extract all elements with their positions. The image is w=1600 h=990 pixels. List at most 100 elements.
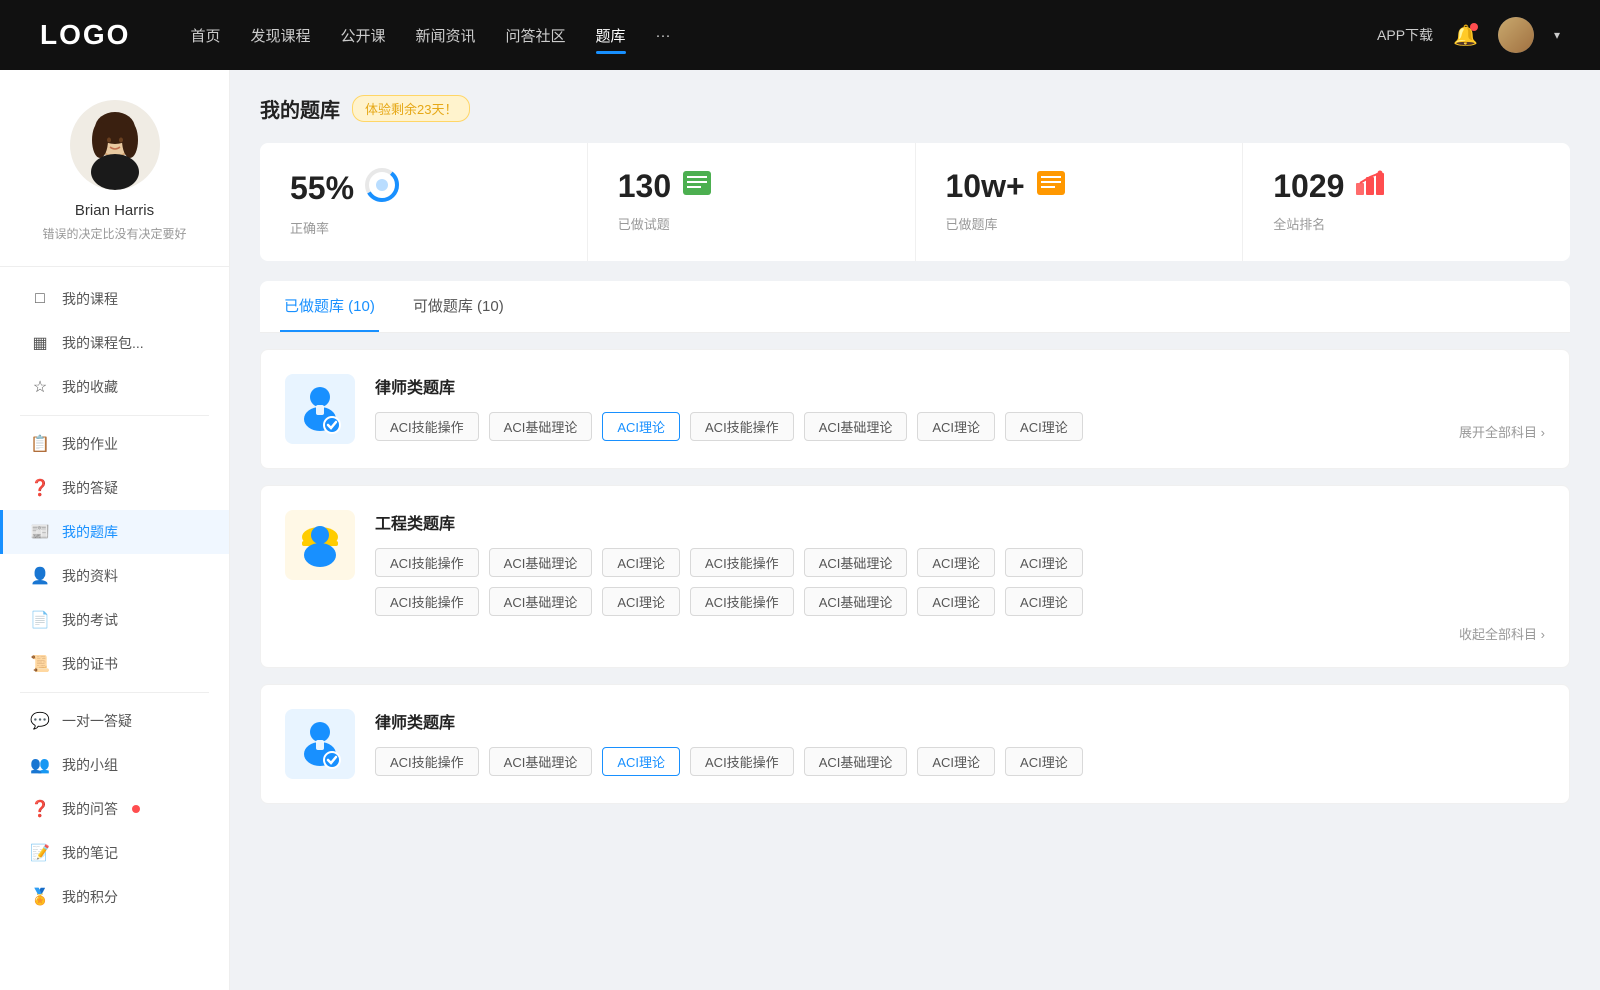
tag-item-active[interactable]: ACI理论	[602, 747, 680, 776]
sidebar-item-question-bank[interactable]: 📰 我的题库	[0, 510, 229, 554]
sidebar-item-label: 我的收藏	[62, 377, 118, 397]
tag-item[interactable]: ACI理论	[602, 587, 680, 616]
sidebar-item-label: 我的积分	[62, 887, 118, 907]
qbank-card-inner: 工程类题库 ACI技能操作 ACI基础理论 ACI理论 ACI技能操作 ACI基…	[285, 510, 1545, 643]
nav-discover[interactable]: 发现课程	[250, 21, 310, 50]
tag-item[interactable]: ACI基础理论	[489, 548, 593, 577]
trial-badge: 体验剩余23天！	[352, 95, 470, 122]
tag-item[interactable]: ACI基础理论	[489, 747, 593, 776]
notification-bell[interactable]: 🔔	[1453, 23, 1478, 48]
avatar[interactable]	[1498, 17, 1534, 53]
stat-ranking-label: 全站排名	[1273, 214, 1540, 233]
sidebar-item-label: 我的课程包...	[62, 333, 144, 353]
stat-ranking-icon	[1354, 167, 1386, 206]
sidebar: Brian Harris 错误的决定比没有决定要好 □ 我的课程 ▦ 我的课程包…	[0, 70, 230, 990]
sidebar-item-label: 我的考试	[62, 610, 118, 630]
sidebar-item-points[interactable]: 🏅 我的积分	[0, 875, 229, 919]
stat-accuracy-label: 正确率	[290, 218, 557, 237]
sidebar-item-label: 我的证书	[62, 654, 118, 674]
sidebar-item-my-course[interactable]: □ 我的课程	[0, 277, 229, 321]
tag-item[interactable]: ACI理论	[1005, 548, 1083, 577]
lawyer2-icon-wrap	[285, 709, 355, 779]
header: LOGO 首页 发现课程 公开课 新闻资讯 问答社区 题库 ··· APP下载 …	[0, 0, 1600, 70]
user-menu-chevron[interactable]: ▾	[1554, 28, 1560, 42]
stats-row: 55% 正确率 130	[260, 143, 1570, 261]
tag-item[interactable]: ACI理论	[917, 587, 995, 616]
cert-icon: 📜	[30, 654, 50, 674]
tag-item[interactable]: ACI基础理论	[804, 747, 908, 776]
tag-item[interactable]: ACI技能操作	[690, 412, 794, 441]
sidebar-item-profile[interactable]: 👤 我的资料	[0, 554, 229, 598]
exam-icon: 📄	[30, 610, 50, 630]
stat-accuracy: 55% 正确率	[260, 143, 588, 261]
tag-item[interactable]: ACI理论	[602, 548, 680, 577]
layout: Brian Harris 错误的决定比没有决定要好 □ 我的课程 ▦ 我的课程包…	[0, 70, 1600, 990]
nav-opencourse[interactable]: 公开课	[340, 21, 385, 50]
lawyer-icon-wrap	[285, 374, 355, 444]
nav-questionbank[interactable]: 题库	[596, 21, 626, 50]
tag-item[interactable]: ACI技能操作	[375, 548, 479, 577]
qbank-icon: 📰	[30, 522, 50, 542]
nav-qa[interactable]: 问答社区	[506, 21, 566, 50]
tag-item[interactable]: ACI基础理论	[489, 412, 593, 441]
avatar-image	[1498, 17, 1534, 53]
sidebar-item-label: 我的小组	[62, 755, 118, 775]
tag-item[interactable]: ACI技能操作	[375, 747, 479, 776]
tag-item[interactable]: ACI理论	[917, 412, 995, 441]
sidebar-item-exam[interactable]: 📄 我的考试	[0, 598, 229, 642]
tag-item[interactable]: ACI基础理论	[489, 587, 593, 616]
app-download-button[interactable]: APP下载	[1377, 25, 1433, 45]
tag-item[interactable]: ACI技能操作	[690, 747, 794, 776]
stat-value-row: 55%	[290, 167, 557, 210]
tag-item[interactable]: ACI基础理论	[804, 587, 908, 616]
qbank-content: 律师类题库 ACI技能操作 ACI基础理论 ACI理论 ACI技能操作 ACI基…	[375, 374, 1545, 441]
chat-icon: 💬	[30, 711, 50, 731]
qbank-tags-lawyer2: ACI技能操作 ACI基础理论 ACI理论 ACI技能操作 ACI基础理论 AC…	[375, 747, 1545, 776]
tab-done-banks[interactable]: 已做题库 (10)	[280, 281, 379, 332]
qbank-title-lawyer1: 律师类题库	[375, 374, 1545, 398]
sidebar-item-label: 我的笔记	[62, 843, 118, 863]
star-icon: ☆	[30, 377, 50, 397]
sidebar-item-homework[interactable]: 📋 我的作业	[0, 422, 229, 466]
sidebar-item-course-package[interactable]: ▦ 我的课程包...	[0, 321, 229, 365]
header-right: APP下载 🔔 ▾	[1377, 17, 1560, 53]
tag-item[interactable]: ACI理论	[917, 747, 995, 776]
group-icon: 👥	[30, 755, 50, 775]
tag-item[interactable]: ACI技能操作	[375, 412, 479, 441]
tag-item[interactable]: ACI技能操作	[690, 548, 794, 577]
sidebar-item-label: 我的资料	[62, 566, 118, 586]
tag-item[interactable]: ACI基础理论	[804, 412, 908, 441]
lawyer2-icon	[294, 718, 346, 770]
notification-dot	[1470, 23, 1478, 31]
stat-value-row: 10w+	[946, 167, 1213, 206]
sidebar-item-my-qa[interactable]: ❓ 我的问答	[0, 787, 229, 831]
tag-item[interactable]: ACI基础理论	[804, 548, 908, 577]
package-icon: ▦	[30, 333, 50, 353]
collapse-engineer[interactable]: 收起全部科目 ›	[375, 624, 1545, 643]
engineer-icon	[294, 519, 346, 571]
sidebar-item-favorites[interactable]: ☆ 我的收藏	[0, 365, 229, 409]
sidebar-item-qa-answer[interactable]: ❓ 我的答疑	[0, 466, 229, 510]
stat-accuracy-value: 55%	[290, 170, 354, 207]
sidebar-item-notes[interactable]: 📝 我的笔记	[0, 831, 229, 875]
tab-available-banks[interactable]: 可做题库 (10)	[409, 281, 508, 332]
main-content: 我的题库 体验剩余23天！ 55% 正确率	[230, 70, 1600, 990]
sidebar-item-certificate[interactable]: 📜 我的证书	[0, 642, 229, 686]
sidebar-item-group[interactable]: 👥 我的小组	[0, 743, 229, 787]
tag-item-active[interactable]: ACI理论	[602, 412, 680, 441]
tag-item[interactable]: ACI技能操作	[375, 587, 479, 616]
nav-home[interactable]: 首页	[190, 21, 220, 50]
tag-item[interactable]: ACI技能操作	[690, 587, 794, 616]
expand-lawyer1[interactable]: 展开全部科目 ›	[1459, 422, 1545, 441]
tag-item[interactable]: ACI理论	[1005, 412, 1083, 441]
qbank-title-lawyer2: 律师类题库	[375, 709, 1545, 733]
nav-more[interactable]: ···	[656, 23, 671, 48]
qbank-card-engineer: 工程类题库 ACI技能操作 ACI基础理论 ACI理论 ACI技能操作 ACI基…	[260, 485, 1570, 668]
notes-icon: 📝	[30, 843, 50, 863]
stat-done-questions-value: 130	[618, 168, 671, 205]
tag-item[interactable]: ACI理论	[917, 548, 995, 577]
nav-news[interactable]: 新闻资讯	[416, 21, 476, 50]
tag-item[interactable]: ACI理论	[1005, 587, 1083, 616]
sidebar-item-1on1[interactable]: 💬 一对一答疑	[0, 699, 229, 743]
tag-item[interactable]: ACI理论	[1005, 747, 1083, 776]
